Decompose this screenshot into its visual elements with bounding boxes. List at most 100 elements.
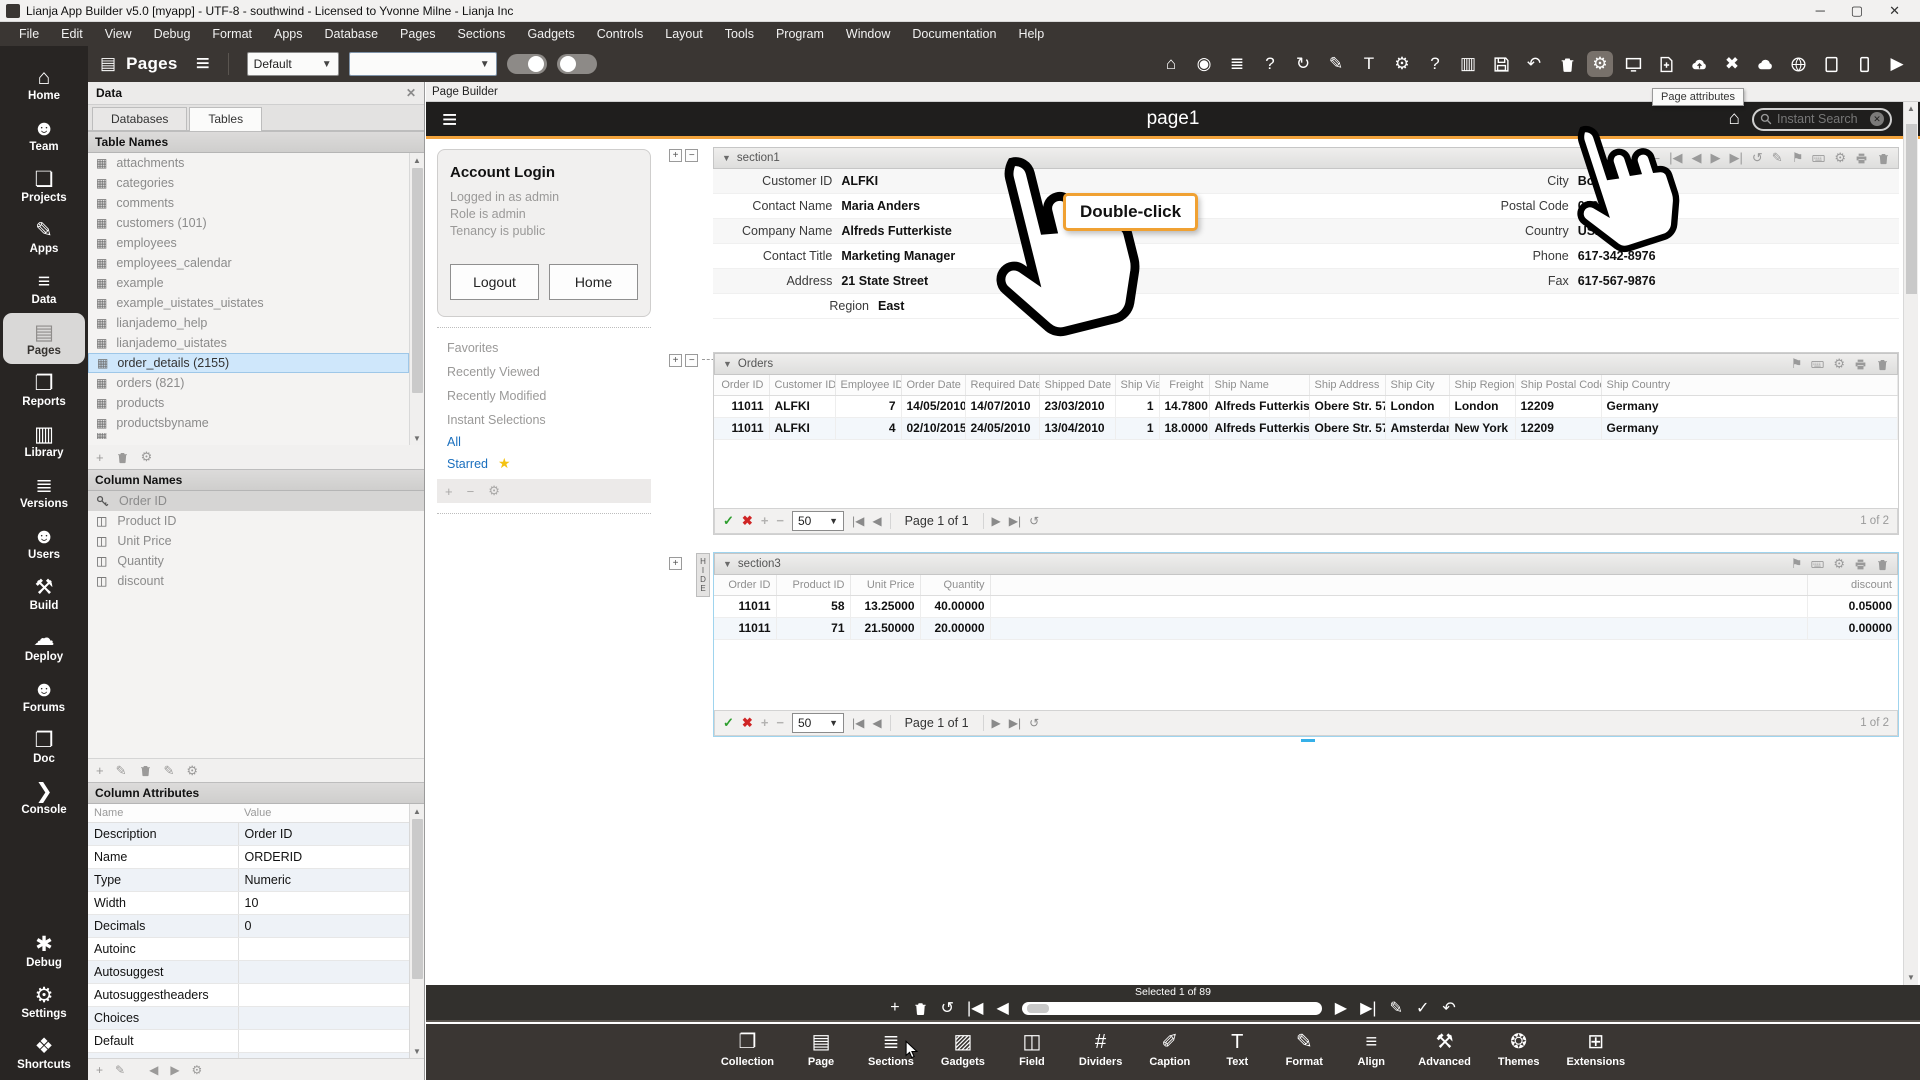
prev-record-icon[interactable]: ◀ — [149, 1063, 158, 1077]
menu-documentation[interactable]: Documentation — [901, 22, 1007, 46]
attr-value[interactable] — [237, 1052, 409, 1058]
attribute-settings-icon[interactable]: ⚙ — [192, 1063, 203, 1077]
grid-header-discount[interactable]: discount — [1807, 575, 1898, 596]
column-row[interactable]: Order ID — [88, 491, 424, 511]
grid-cell[interactable]: 14.7800 — [1159, 395, 1210, 418]
grid-cell[interactable] — [990, 617, 1808, 640]
dock-item-advanced[interactable]: ⚒ Advanced — [1418, 1030, 1471, 1068]
attr-value[interactable] — [237, 983, 409, 1007]
edit-record-icon[interactable]: ✎ — [1390, 998, 1403, 1018]
grid-cell[interactable]: 12209 — [1515, 417, 1602, 440]
maximize-button[interactable]: ▢ — [1851, 3, 1863, 19]
grid-cell[interactable]: Amsterdam — [1385, 417, 1450, 440]
table-row[interactable]: Default — [88, 1029, 409, 1053]
delete-section-icon[interactable] — [1876, 358, 1889, 371]
app-inspector-icon[interactable]: ≣ — [1224, 51, 1250, 77]
table-row[interactable]: ▦ example — [88, 273, 409, 293]
remove-row-icon[interactable]: − — [776, 715, 784, 730]
menu-view[interactable]: View — [94, 22, 143, 46]
sidebar-item-build[interactable]: ⚒ Build — [0, 568, 88, 619]
menu-program[interactable]: Program — [765, 22, 835, 46]
first-page-icon[interactable]: |◀ — [852, 716, 864, 730]
favorites-settings-icon[interactable]: ⚙ — [488, 483, 500, 499]
table-row[interactable]: ▦ order_details (2155) — [88, 353, 409, 373]
print-icon[interactable] — [1855, 152, 1868, 165]
close-icon[interactable]: ✕ — [406, 86, 416, 100]
attr-value[interactable] — [237, 937, 409, 961]
cancel-icon[interactable]: ✖ — [742, 715, 753, 731]
page-attributes-icon[interactable]: ⚙ — [1587, 51, 1613, 77]
commit-icon[interactable]: ✓ — [723, 513, 734, 529]
delete-table-icon[interactable] — [116, 451, 129, 464]
grid-cell[interactable]: 4 — [835, 417, 902, 440]
grid-header-ship-country[interactable]: Ship Country — [1601, 375, 1898, 396]
menu-edit[interactable]: Edit — [50, 22, 94, 46]
library-icon[interactable]: ▥ — [1455, 51, 1481, 77]
dock-item-align[interactable]: ≡ Align — [1351, 1030, 1391, 1068]
grid-cell[interactable]: 13.25000 — [850, 595, 921, 618]
refresh-icon[interactable]: ↺ — [1029, 514, 1039, 528]
table-row[interactable]: ▦ lianjademo_help — [88, 313, 409, 333]
grid-header-customer-id[interactable]: Customer ID — [769, 375, 836, 396]
menu-link[interactable]: Favorites — [437, 336, 651, 360]
style-dropdown[interactable]: ▼ — [348, 52, 497, 76]
table-row[interactable]: Decimals 0 — [88, 914, 409, 938]
column-row[interactable]: ◫ Product ID — [88, 511, 424, 531]
sidebar-item-apps[interactable]: ✎ Apps — [0, 211, 88, 262]
grid-cell[interactable]: 02/10/2015 — [901, 417, 966, 440]
add-column-icon[interactable]: + — [96, 763, 104, 778]
table-row[interactable]: ▦ — [88, 433, 409, 439]
add-row-icon[interactable]: + — [761, 513, 769, 528]
prev-record-icon[interactable]: ◀ — [1692, 150, 1702, 166]
table-row[interactable]: Autosuggest — [88, 960, 409, 984]
grid-cell[interactable]: 13/04/2010 — [1039, 417, 1116, 440]
add-row-icon[interactable]: + — [761, 715, 769, 730]
toggle-switch-2[interactable] — [556, 54, 597, 74]
grid-header-freight[interactable]: Freight — [1159, 375, 1210, 396]
dock-item-field[interactable]: ◫ Field — [1012, 1030, 1052, 1068]
remove-row-icon[interactable]: − — [776, 513, 784, 528]
preview-eye-icon[interactable]: ◉ — [1191, 51, 1217, 77]
grid-header-ship-region[interactable]: Ship Region — [1449, 375, 1516, 396]
run-icon[interactable]: ▶ — [1884, 51, 1910, 77]
grid-cell[interactable]: 12209 — [1515, 395, 1602, 418]
sidebar-item-settings[interactable]: ⚙ Settings — [0, 976, 88, 1027]
grid-cell[interactable]: 23/03/2010 — [1039, 395, 1116, 418]
sidebar-item-forums[interactable]: ☻ Forums — [0, 670, 88, 721]
grid-header-order-date[interactable]: Order Date — [901, 375, 966, 396]
table-row[interactable]: 11011 58 13.25000 40.00000 0.05000 — [714, 595, 1898, 618]
confirm-icon[interactable]: ✓ — [1416, 998, 1429, 1018]
menu-tools[interactable]: Tools — [714, 22, 765, 46]
sidebar-item-console[interactable]: ❯ Console — [0, 772, 88, 823]
attr-value[interactable]: 0 — [237, 914, 409, 938]
runtime-settings-icon[interactable]: ⚙ — [1389, 51, 1415, 77]
flag-icon[interactable]: ⚑ — [1791, 556, 1803, 572]
record-slider-thumb[interactable] — [1026, 1003, 1049, 1013]
dock-item-dividers[interactable]: # Dividers — [1079, 1030, 1122, 1068]
scroll-up-icon[interactable]: ▲ — [410, 804, 424, 818]
grid-cell[interactable]: ALFKI — [769, 395, 836, 418]
page-size-dropdown[interactable]: 50 ▼ — [792, 510, 844, 531]
last-page-icon[interactable]: ▶| — [1009, 514, 1021, 528]
table-list-scrollbar[interactable]: ▲ ▼ — [409, 153, 424, 445]
delete-section-icon[interactable] — [1877, 152, 1890, 165]
add-record-icon[interactable]: + — [890, 999, 899, 1017]
menu-link-starred[interactable]: Starred ★ — [437, 452, 651, 475]
grid-cell[interactable]: 11011 — [714, 395, 770, 418]
grid-header-ship-postal-code[interactable]: Ship Postal Code — [1515, 375, 1602, 396]
grid-cell[interactable]: 11011 — [714, 417, 770, 440]
rename-column-icon[interactable]: ✎ — [164, 763, 175, 779]
web-view-icon[interactable] — [1785, 51, 1811, 77]
grid-cell[interactable]: ALFKI — [769, 417, 836, 440]
sidebar-item-projects[interactable]: ❏ Projects — [0, 160, 88, 211]
desktop-view-icon[interactable] — [1620, 51, 1646, 77]
grid-cell[interactable]: Germany — [1601, 417, 1898, 440]
grid-cell[interactable]: 40.00000 — [920, 595, 991, 618]
table-row[interactable]: Autosuggestheaders — [88, 983, 409, 1007]
cancel-icon[interactable]: ✖ — [742, 513, 753, 529]
grid-cell[interactable]: Alfreds Futterkiste — [1209, 417, 1310, 440]
last-page-icon[interactable]: ▶| — [1009, 716, 1021, 730]
column-row[interactable]: ◫ Unit Price — [88, 531, 424, 551]
edit-column-icon[interactable]: ✎ — [116, 763, 127, 779]
add-favorite-icon[interactable]: + — [445, 484, 453, 499]
